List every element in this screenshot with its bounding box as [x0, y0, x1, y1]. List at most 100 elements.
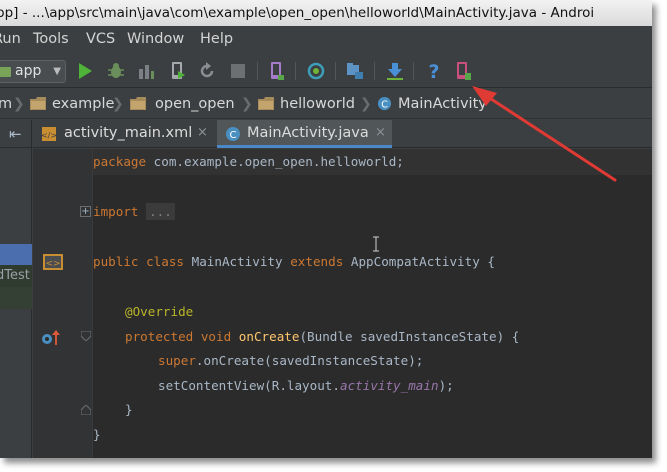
android-app-icon: [0, 67, 11, 77]
breadcrumb-separator: ❯: [112, 96, 124, 112]
svg-text:C: C: [230, 130, 237, 141]
stop-icon[interactable]: [228, 61, 248, 81]
breadcrumb-open-open[interactable]: open_open: [155, 89, 235, 119]
breadcrumb-separator: ❯: [241, 96, 253, 112]
text-cursor-icon: [373, 236, 379, 252]
setcontentview-call: setContentView(R.layout.: [158, 378, 340, 393]
statement-end: );: [438, 378, 454, 393]
breadcrumb-example[interactable]: example: [52, 89, 114, 119]
class-icon: C: [226, 127, 240, 141]
svg-text:?: ?: [428, 61, 439, 81]
method-params: (Bundle savedInstanceState) {: [299, 329, 520, 344]
xml-layout-icon: </>: [41, 127, 57, 141]
code-line-package: package com.example.open_open.helloworld…: [93, 150, 404, 174]
class-icon: C: [377, 96, 392, 110]
toolbar-separator: [413, 62, 414, 80]
debug-icon[interactable]: [106, 61, 126, 81]
keyword-import: import: [93, 204, 139, 219]
fold-end-icon[interactable]: [81, 405, 91, 415]
code-line-class-close: }: [93, 423, 101, 447]
sdk-manager-icon[interactable]: [385, 61, 405, 81]
rerun-icon[interactable]: [197, 61, 217, 81]
apply-changes-icon[interactable]: [167, 61, 187, 81]
window-title: pp] - ...\app\src\main\java\com\example\…: [0, 5, 595, 21]
tab-label: activity_main.xml: [64, 125, 193, 141]
breadcrumb-mainactivity[interactable]: MainActivity: [398, 89, 487, 119]
android-device-monitor-icon[interactable]: [453, 61, 473, 81]
keyword-super: super: [158, 353, 196, 368]
breadcrumb-module[interactable]: m: [0, 89, 12, 119]
keyword-class: class: [146, 254, 185, 269]
run-icon[interactable]: [75, 61, 95, 81]
attach-debugger-icon[interactable]: [136, 61, 156, 81]
avd-manager-icon[interactable]: [266, 61, 286, 81]
project-structure-icon[interactable]: [345, 61, 365, 81]
menu-tools[interactable]: Tools: [33, 26, 69, 52]
fold-collapse-icon[interactable]: [81, 331, 91, 341]
tab-label: MainActivity.java: [247, 125, 369, 141]
run-configuration-label: app: [15, 63, 42, 79]
android-studio-window: pp] - ...\app\src\main\java\com\example\…: [0, 0, 652, 458]
menu-window[interactable]: Window: [127, 26, 184, 52]
svg-text:<>: <>: [45, 259, 60, 269]
chevron-down-icon: ▼: [53, 66, 61, 77]
keyword-public: public: [93, 254, 139, 269]
keyword-package: package: [93, 154, 147, 169]
svg-text:C: C: [381, 99, 388, 110]
main-toolbar: app ▼ ?: [0, 54, 652, 88]
code-line-super-call: super.onCreate(savedInstanceState);: [158, 349, 423, 373]
keyword-protected: protected: [125, 329, 194, 344]
menu-vcs[interactable]: VCS: [86, 26, 115, 52]
run-configuration-select[interactable]: app ▼: [0, 60, 66, 83]
breadcrumb-separator: ❯: [13, 96, 25, 112]
project-tree-selected-item[interactable]: [0, 244, 32, 265]
code-line-setcontentview: setContentView(R.layout.activity_main);: [158, 374, 454, 398]
code-line-method-close: }: [125, 398, 133, 422]
project-tool-window: ⇤ dTest: [0, 120, 32, 458]
help-icon[interactable]: ?: [424, 61, 444, 81]
layout-file-gutter-icon[interactable]: <>: [42, 253, 64, 271]
toolbar-separator: [295, 62, 296, 80]
close-brace: }: [125, 402, 133, 417]
code-line-import: import ...: [93, 200, 175, 224]
folder-icon: [130, 97, 146, 110]
menu-bar: Run Tools VCS Window Help: [0, 26, 652, 52]
title-bar: pp] - ...\app\src\main\java\com\example\…: [0, 0, 652, 26]
folded-imports[interactable]: ...: [146, 203, 175, 220]
close-icon[interactable]: ×: [197, 120, 208, 146]
breadcrumb-helloworld[interactable]: helloworld: [280, 89, 355, 119]
keyword-void: void: [200, 329, 232, 344]
toolbar-separator: [374, 62, 375, 80]
override-method-gutter-icon[interactable]: [41, 329, 63, 347]
menu-run[interactable]: Run: [0, 26, 21, 52]
project-tree-test-item[interactable]: dTest: [0, 265, 32, 287]
keyword-extends: extends: [290, 254, 344, 269]
breadcrumb-separator: ❯: [360, 96, 372, 112]
override-annotation: @Override: [125, 304, 194, 319]
tab-activity-main-xml[interactable]: </> activity_main.xml ×: [33, 120, 215, 148]
fold-expand-icon[interactable]: +: [80, 206, 91, 217]
open-brace: {: [479, 254, 495, 269]
package-name: com.example.open_open.helloworld;: [146, 154, 404, 169]
super-call-rest: .onCreate(savedInstanceState);: [195, 353, 424, 368]
code-line-class-declaration: public class MainActivity extends AppCom…: [93, 250, 495, 274]
folder-icon: [258, 97, 274, 110]
close-brace: }: [93, 427, 101, 442]
toolbar-separator: [257, 62, 258, 80]
parent-class-name: AppCompatActivity: [350, 254, 480, 269]
sync-gradle-icon[interactable]: [306, 61, 326, 81]
project-tree-item[interactable]: [0, 287, 32, 309]
collapse-icon[interactable]: ⇤: [9, 125, 22, 143]
close-icon[interactable]: ×: [375, 120, 386, 146]
editor-tab-bar: </> activity_main.xml × C MainActivity.j…: [33, 120, 652, 148]
code-editor[interactable]: package com.example.open_open.helloworld…: [33, 149, 652, 458]
project-panel-header: ⇤: [0, 120, 32, 148]
project-tree-test-label: dTest: [0, 268, 30, 283]
code-line-oncreate-signature: protected void onCreate(Bundle savedInst…: [125, 325, 519, 349]
layout-field: activity_main: [339, 378, 439, 393]
toolbar-separator: [335, 62, 336, 80]
method-name: onCreate: [238, 329, 300, 344]
code-line-override: @Override: [125, 300, 193, 324]
menu-help[interactable]: Help: [200, 26, 233, 52]
tab-mainactivity-java[interactable]: C MainActivity.java ×: [217, 120, 392, 148]
